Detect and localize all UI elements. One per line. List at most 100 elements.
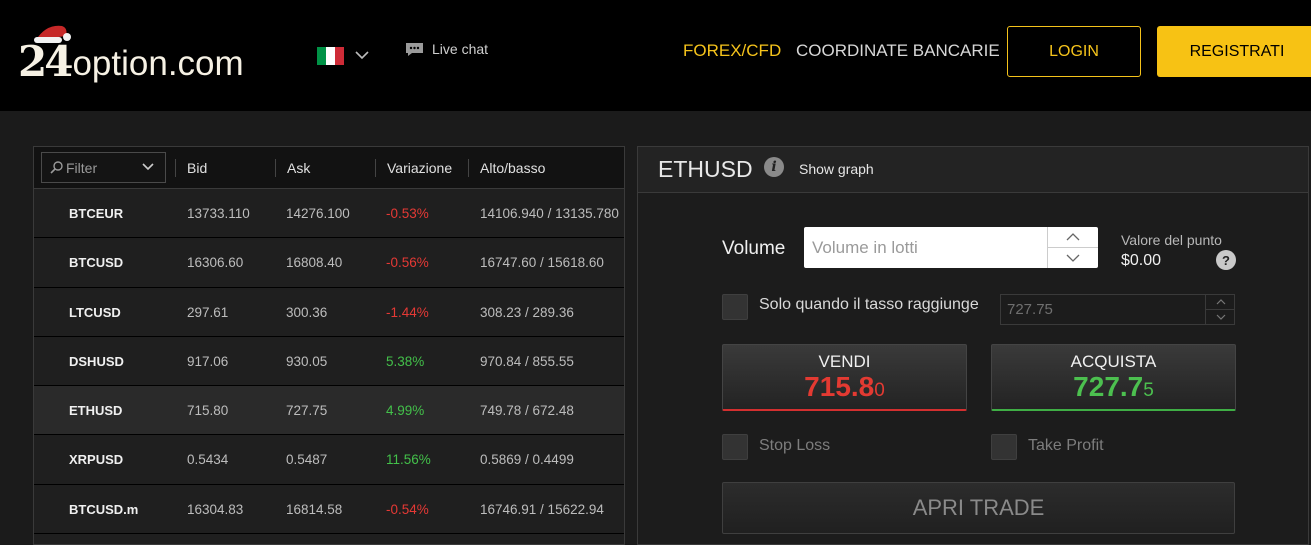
volume-increment-button[interactable] <box>1048 227 1098 247</box>
row-ask: 0.5487 <box>286 452 328 468</box>
point-value-label: Valore del punto <box>1121 232 1222 248</box>
column-header-ask[interactable]: Ask <box>287 147 310 189</box>
take-profit-checkbox[interactable] <box>991 434 1017 460</box>
row-symbol: BTCUSD <box>69 255 124 271</box>
chevron-down-icon[interactable] <box>354 49 370 61</box>
row-symbol: BTCUSD.m <box>69 501 139 517</box>
row-ask: 300.36 <box>286 304 328 320</box>
rate-condition-checkbox[interactable] <box>722 294 748 320</box>
volume-label: Volume <box>722 238 786 259</box>
row-symbol: BTCEUR <box>69 206 124 221</box>
sell-price-pip: 0 <box>874 380 885 401</box>
row-symbol: LTCUSD <box>69 304 121 320</box>
chevron-up-icon <box>1216 298 1225 304</box>
row-symbol: ETHUSD <box>69 403 123 419</box>
filter-dropdown[interactable]: Filter <box>41 152 166 183</box>
row-bid: 0.5434 <box>187 452 229 468</box>
info-icon[interactable]: i <box>764 157 784 177</box>
table-row[interactable]: LTCUSD 297.61 300.36 -1.44% 308.23 / 289… <box>34 287 624 337</box>
table-row[interactable]: BTCEUR 13733.110 14276.100 -0.53% 14106.… <box>34 189 624 239</box>
logo-text: option.com <box>72 44 244 83</box>
buy-price-main: 727.7 <box>1073 371 1144 402</box>
sell-price-main: 715.8 <box>804 371 875 402</box>
buy-label: ACQUISTA <box>1070 352 1157 371</box>
column-header-change[interactable]: Variazione <box>387 147 452 189</box>
live-chat-link[interactable]: Live chat <box>405 41 488 57</box>
row-bid: 16306.60 <box>187 255 244 271</box>
row-change: -1.44% <box>386 304 429 320</box>
filter-label: Filter <box>66 159 98 176</box>
row-ask: 14276.100 <box>286 206 350 221</box>
row-highlow: 749.78 / 672.48 <box>480 403 574 419</box>
nav-forex-cfd[interactable]: FOREX/CFD <box>683 41 781 61</box>
rate-stepper[interactable] <box>1205 294 1235 325</box>
sell-price: 715.80 <box>804 372 885 406</box>
rate-increment-button[interactable] <box>1206 294 1235 309</box>
row-symbol: DSHUSD <box>69 353 124 369</box>
row-highlow: 16747.60 / 15618.60 <box>480 255 604 271</box>
table-row[interactable]: XRPUSD 0.5434 0.5487 11.56% 0.5869 / 0.4… <box>34 435 624 485</box>
stop-loss-label: Stop Loss <box>759 437 831 454</box>
register-button[interactable]: REGISTRATI <box>1157 26 1311 77</box>
chat-bubble-icon <box>406 42 423 56</box>
row-highlow: 16746.91 / 15622.94 <box>480 501 604 517</box>
login-button[interactable]: LOGIN <box>1007 26 1141 77</box>
buy-price-pip: 5 <box>1143 380 1154 401</box>
take-profit-label: Take Profit <box>1028 437 1104 454</box>
table-row[interactable]: BTCUSD.m 16304.83 16814.58 -0.54% 16746.… <box>34 484 624 535</box>
row-change: 4.99% <box>386 403 425 419</box>
row-highlow: 0.5869 / 0.4499 <box>480 452 574 468</box>
table-row[interactable]: BTCUSD 16306.60 16808.40 -0.56% 16747.60… <box>34 238 624 288</box>
row-bid: 297.61 <box>187 304 229 320</box>
buy-price: 727.75 <box>1073 372 1154 406</box>
row-bid: 917.06 <box>187 353 229 369</box>
row-highlow: 14106.940 / 13135.780 <box>480 206 619 221</box>
volume-decrement-button[interactable] <box>1048 247 1098 267</box>
nav-bank-details[interactable]: COORDINATE BANCARIE <box>796 41 1000 61</box>
chevron-up-icon <box>1066 233 1080 241</box>
row-change: -0.53% <box>386 206 429 221</box>
table-row[interactable]: DSHUSD 917.06 930.05 5.38% 970.84 / 855.… <box>34 336 624 387</box>
logo-number: 24 <box>18 37 73 86</box>
row-change: 5.38% <box>386 353 425 369</box>
show-graph-link[interactable]: Show graph <box>799 161 874 177</box>
column-header-bid[interactable]: Bid <box>187 147 207 189</box>
live-chat-label: Live chat <box>432 41 489 57</box>
trade-panel: ETHUSD i Show graph Volume Valore del pu… <box>637 146 1309 545</box>
chevron-down-icon <box>1066 254 1080 262</box>
help-icon[interactable]: ? <box>1216 250 1236 270</box>
open-trade-button[interactable]: APRI TRADE <box>722 482 1235 534</box>
row-change: -0.54% <box>386 501 429 517</box>
column-divider <box>275 159 276 177</box>
row-ask: 16808.40 <box>286 255 343 271</box>
row-change: -0.56% <box>386 255 429 271</box>
table-row-selected[interactable]: ETHUSD 715.80 727.75 4.99% 749.78 / 672.… <box>34 386 624 436</box>
buy-button[interactable]: ACQUISTA 727.75 <box>991 344 1236 411</box>
column-divider <box>375 159 376 177</box>
row-symbol: XRPUSD <box>69 452 124 468</box>
sell-button[interactable]: VENDI 715.80 <box>722 344 967 411</box>
row-ask: 727.75 <box>286 403 328 419</box>
italy-flag-icon[interactable] <box>317 47 344 65</box>
row-bid: 16304.83 <box>187 501 244 517</box>
row-ask: 16814.58 <box>286 501 343 517</box>
site-logo[interactable]: 24 option.com <box>18 25 244 86</box>
column-header-highlow[interactable]: Alto/basso <box>480 147 545 189</box>
row-bid: 715.80 <box>187 403 229 419</box>
row-bid: 13733.110 <box>187 206 250 221</box>
column-divider <box>468 159 469 177</box>
sell-label: VENDI <box>818 352 871 371</box>
santa-hat-icon <box>34 25 71 43</box>
rate-decrement-button[interactable] <box>1206 309 1235 324</box>
row-highlow: 308.23 / 289.36 <box>480 304 574 320</box>
rate-input[interactable] <box>1000 294 1235 325</box>
trade-panel-header: ETHUSD i Show graph <box>638 147 1308 193</box>
search-icon <box>50 161 63 174</box>
row-highlow: 970.84 / 855.55 <box>480 353 574 369</box>
rate-condition-label: Solo quando il tasso raggiunge <box>759 296 979 313</box>
row-ask: 930.05 <box>286 353 328 369</box>
volume-stepper[interactable] <box>1047 227 1098 268</box>
table-header: Filter Bid Ask Variazione Alto/basso <box>34 147 624 189</box>
top-header: 24 option.com Live chat FOREX/CFD COORDI… <box>0 0 1311 111</box>
stop-loss-checkbox[interactable] <box>722 434 748 460</box>
